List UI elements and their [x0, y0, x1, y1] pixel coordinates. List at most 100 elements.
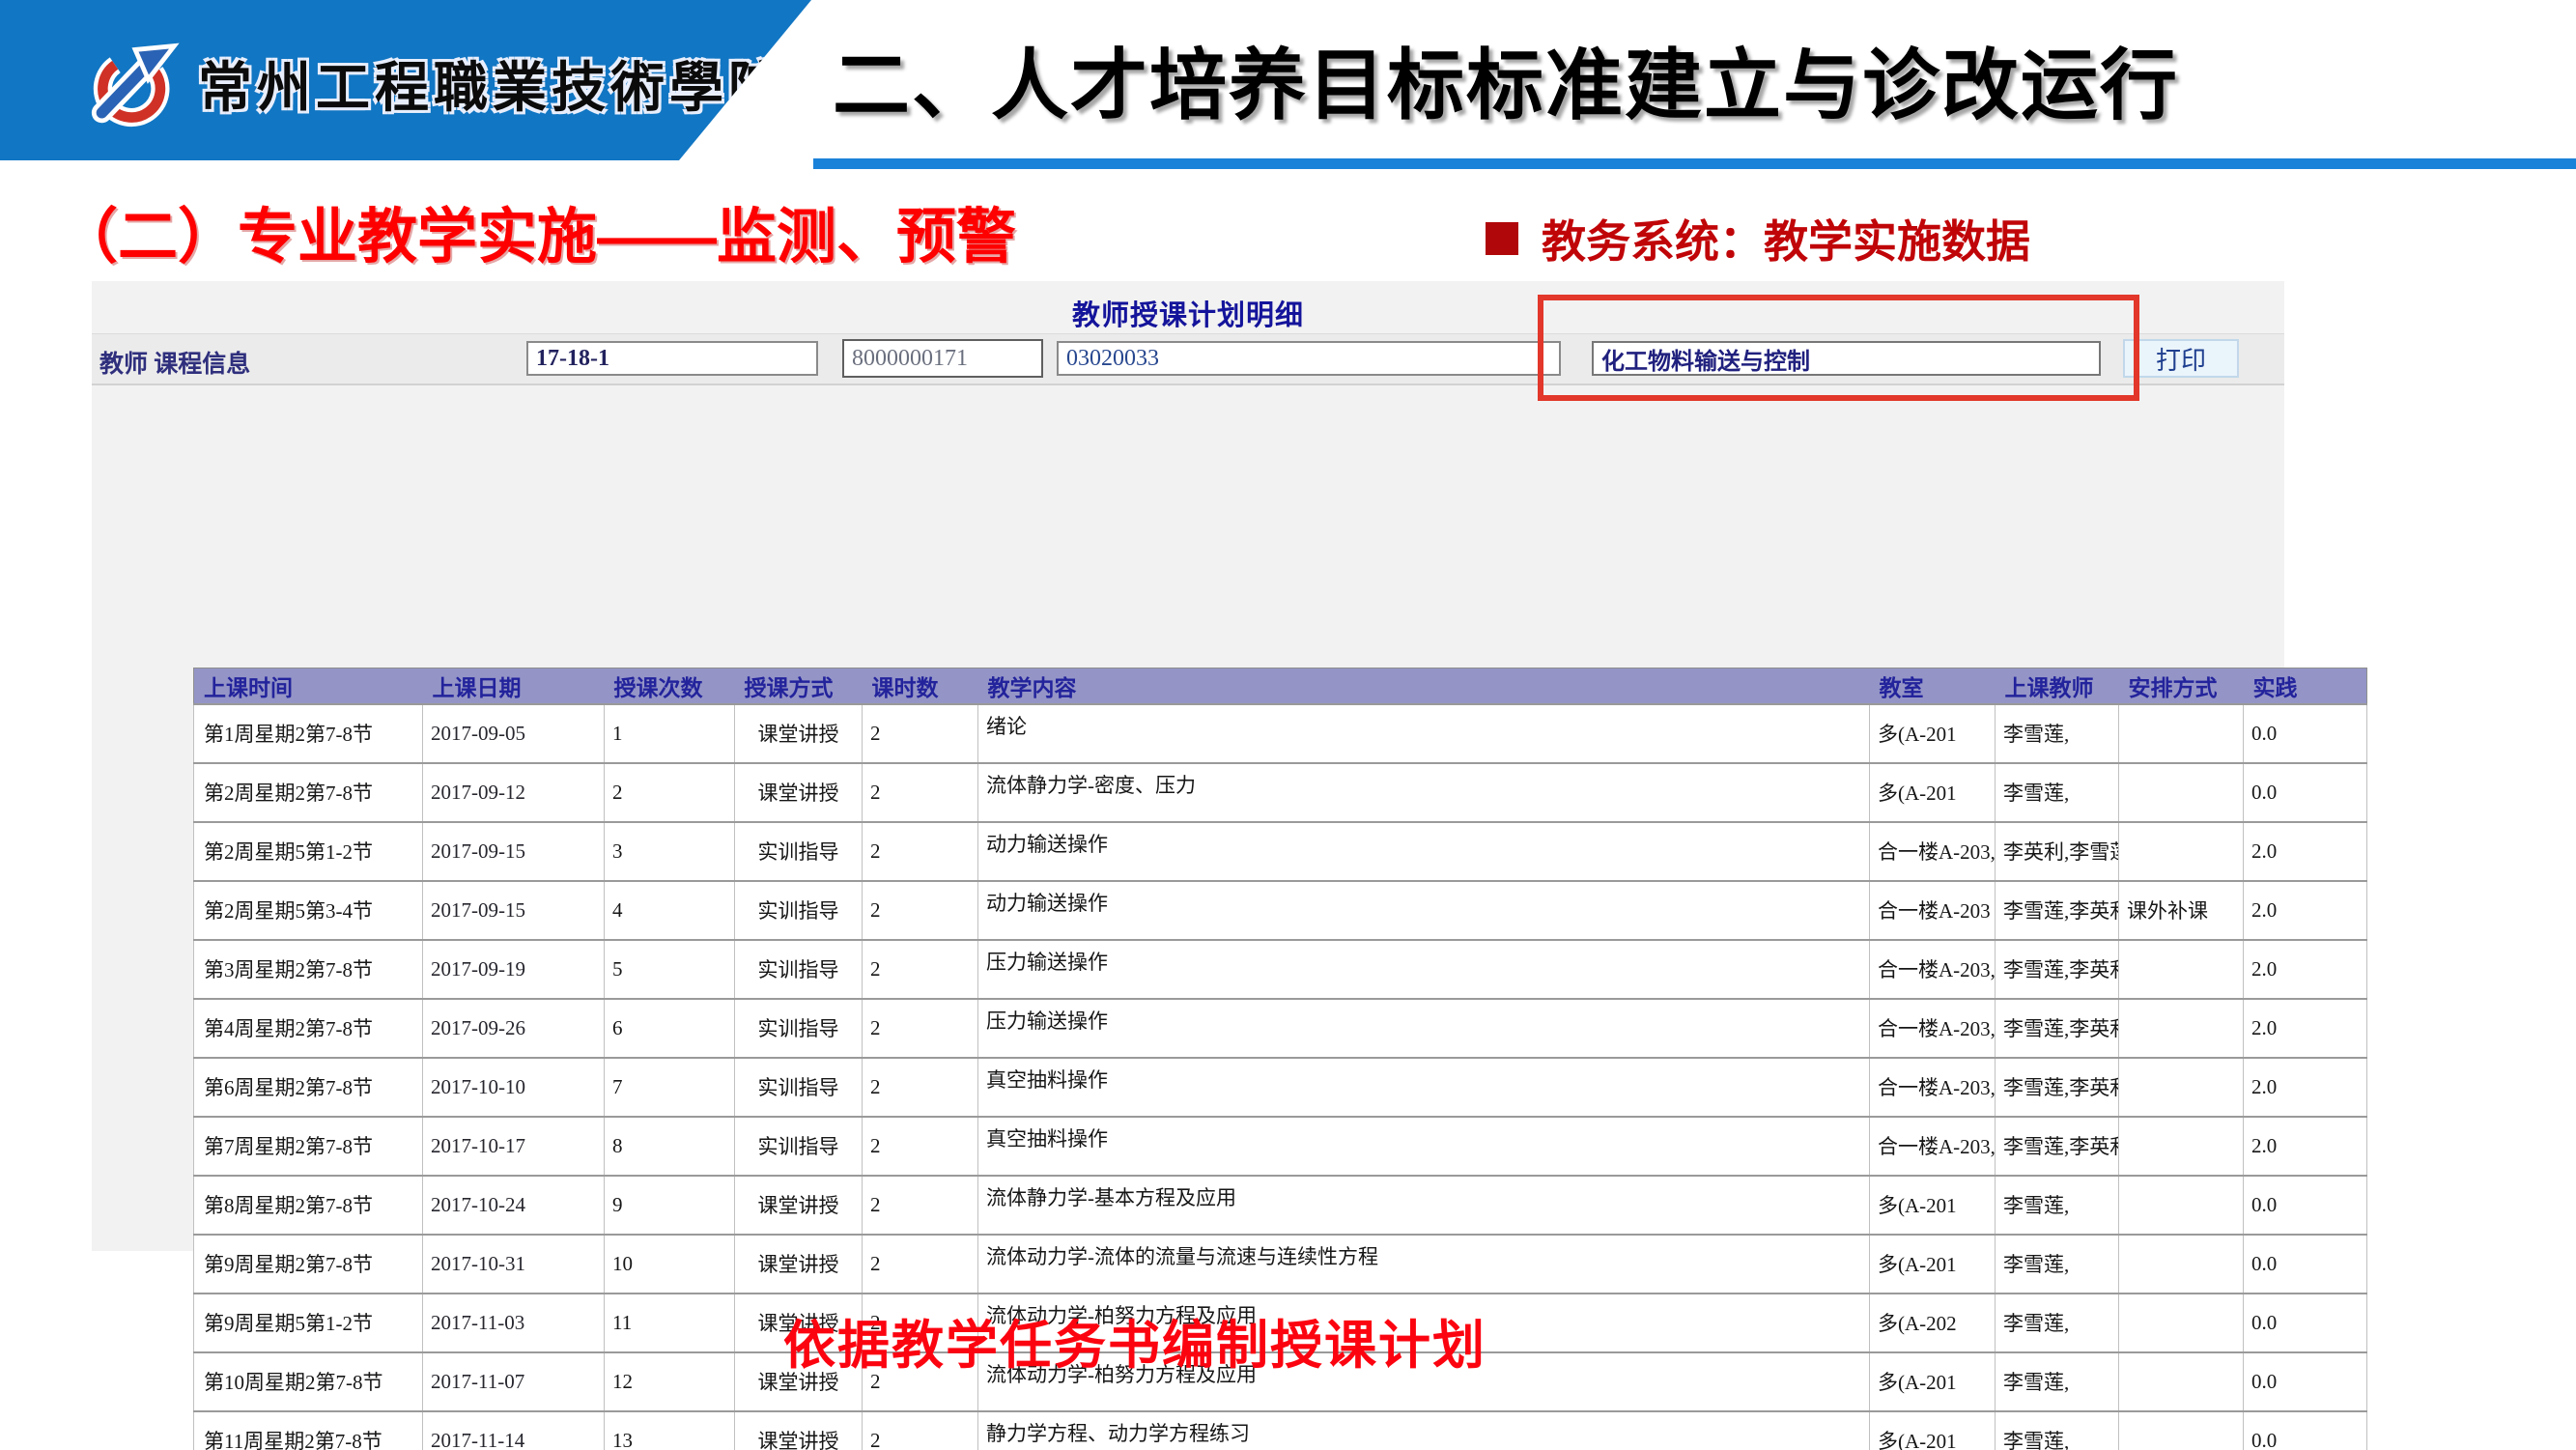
table-cell: 2.0: [2244, 999, 2367, 1058]
column-header: 安排方式: [2119, 668, 2244, 704]
table-cell: 2: [863, 822, 978, 881]
table-cell: 0.0: [2244, 1176, 2367, 1235]
table-cell: 6: [605, 999, 735, 1058]
edu-system-panel: 教师授课计划明细 教师 课程信息 打印 上课时间上课日期授课次数授课方式课时数教…: [92, 281, 2284, 1251]
column-header: 上课时间: [194, 668, 423, 704]
table-cell: [2119, 999, 2244, 1058]
table-cell: 2.0: [2244, 822, 2367, 881]
column-header: 课时数: [863, 668, 978, 704]
course-code-input[interactable]: [1057, 341, 1561, 376]
table-row: 第7周星期2第7-8节2017-10-178实训指导2真空抽料操作合一楼A-20…: [194, 1117, 2367, 1176]
table-cell: 李雪莲,: [1996, 704, 2119, 763]
table-cell: 2: [863, 940, 978, 999]
school-banner: 常州工程職業技術學院: [0, 0, 831, 160]
table-cell: 第1周星期2第7-8节: [194, 704, 423, 763]
table-cell: 2: [863, 1117, 978, 1176]
table-cell: 0.0: [2244, 1235, 2367, 1294]
table-cell: 2.0: [2244, 1117, 2367, 1176]
table-cell: 2017-09-15: [423, 881, 605, 940]
table-cell: 合一楼A-203,: [1870, 822, 1996, 881]
table-cell: 流体静力学-密度、压力: [978, 763, 1870, 822]
column-header: 授课方式: [735, 668, 863, 704]
table-cell: 合一楼A-203,: [1870, 940, 1996, 999]
table-cell: 合一楼A-203,: [1870, 999, 1996, 1058]
table-cell: 课堂讲授: [735, 704, 863, 763]
table-cell: 2.0: [2244, 1058, 2367, 1117]
column-header: 上课教师: [1996, 668, 2119, 704]
footer-note: 依据教学任务书编制授课计划: [39, 1302, 2231, 1379]
table-cell: 2017-09-15: [423, 822, 605, 881]
table-cell: 压力输送操作: [978, 999, 1870, 1058]
table-cell: 8: [605, 1117, 735, 1176]
table-cell: [2119, 822, 2244, 881]
table-cell: 第9周星期2第7-8节: [194, 1235, 423, 1294]
table-row: 第2周星期5第1-2节2017-09-153实训指导2动力输送操作合一楼A-20…: [194, 822, 2367, 881]
table-cell: 4: [605, 881, 735, 940]
table-cell: 2: [863, 1058, 978, 1117]
school-logo-icon: [89, 35, 182, 131]
table-row: 第2周星期2第7-8节2017-09-122课堂讲授2流体静力学-密度、压力多(…: [194, 763, 2367, 822]
table-cell: 真空抽料操作: [978, 1058, 1870, 1117]
table-cell: 李雪莲,: [1996, 1235, 2119, 1294]
term-input[interactable]: [526, 341, 818, 376]
table-cell: 课堂讲授: [735, 763, 863, 822]
table-cell: [2119, 763, 2244, 822]
table-cell: 李雪莲,李英利,: [1996, 940, 2119, 999]
table-cell: 合一楼A-203,: [1870, 1058, 1996, 1117]
table-cell: 实训指导: [735, 881, 863, 940]
table-cell: 2: [863, 1411, 978, 1450]
table-cell: 多(A-201: [1870, 1235, 1996, 1294]
table-cell: 李雪莲,李英利,: [1996, 881, 2119, 940]
table-row: 第3周星期2第7-8节2017-09-195实训指导2压力输送操作合一楼A-20…: [194, 940, 2367, 999]
table-cell: 第6周星期2第7-8节: [194, 1058, 423, 1117]
table-cell: 课堂讲授: [735, 1176, 863, 1235]
table-cell: 2.0: [2244, 940, 2367, 999]
table-cell: 多(A-201: [1870, 1411, 1996, 1450]
table-cell: 2017-10-10: [423, 1058, 605, 1117]
table-cell: 静力学方程、动力学方程练习: [978, 1411, 1870, 1450]
page-title: 二、人才培养目标标准建立与诊改运行: [833, 23, 2179, 135]
table-row: 第8周星期2第7-8节2017-10-249课堂讲授2流体静力学-基本方程及应用…: [194, 1176, 2367, 1235]
table-row: 第4周星期2第7-8节2017-09-266实训指导2压力输送操作合一楼A-20…: [194, 999, 2367, 1058]
table-cell: 2017-10-31: [423, 1235, 605, 1294]
column-header: 教学内容: [978, 668, 1870, 704]
table-cell: 0.0: [2244, 1352, 2367, 1411]
table-cell: 7: [605, 1058, 735, 1117]
table-cell: 2: [863, 1235, 978, 1294]
table-cell: 第4周星期2第7-8节: [194, 999, 423, 1058]
table-cell: 多(A-201: [1870, 763, 1996, 822]
table-cell: 流体静力学-基本方程及应用: [978, 1176, 1870, 1235]
table-cell: 1: [605, 704, 735, 763]
table-cell: 2017-09-12: [423, 763, 605, 822]
table-cell: 第11周星期2第7-8节: [194, 1411, 423, 1450]
column-header: 教室: [1870, 668, 1996, 704]
table-cell: 实训指导: [735, 1117, 863, 1176]
table-cell: 2017-09-19: [423, 940, 605, 999]
table-cell: 3: [605, 822, 735, 881]
table-cell: 动力输送操作: [978, 822, 1870, 881]
table-cell: 10: [605, 1235, 735, 1294]
table-cell: [2119, 1411, 2244, 1450]
table-row: 第1周星期2第7-8节2017-09-051课堂讲授2绪论多(A-201李雪莲,…: [194, 704, 2367, 763]
table-cell: 李雪莲,李英利,: [1996, 1117, 2119, 1176]
teacher-id-input[interactable]: [842, 339, 1043, 378]
table-cell: 李雪莲,李英利,: [1996, 999, 2119, 1058]
table-cell: 第2周星期2第7-8节: [194, 763, 423, 822]
table-row: 第9周星期2第7-8节2017-10-3110课堂讲授2流体动力学-流体的流量与…: [194, 1235, 2367, 1294]
table-cell: [2119, 940, 2244, 999]
table-cell: 第2周星期5第1-2节: [194, 822, 423, 881]
table-cell: 李雪莲,: [1996, 763, 2119, 822]
table-cell: 第2周星期5第3-4节: [194, 881, 423, 940]
table-cell: 动力输送操作: [978, 881, 1870, 940]
table-cell: 李雪莲,: [1996, 1411, 2119, 1450]
print-button[interactable]: 打印: [2123, 339, 2239, 378]
table-cell: 13: [605, 1411, 735, 1450]
table-cell: 合一楼A-203,: [1870, 1117, 1996, 1176]
table-cell: 0.0: [2244, 1294, 2367, 1352]
table-cell: 多(A-201: [1870, 704, 1996, 763]
table-cell: 压力输送操作: [978, 940, 1870, 999]
table-cell: 李雪莲,李英利,: [1996, 1058, 2119, 1117]
column-header: 授课次数: [605, 668, 735, 704]
table-row: 第2周星期5第3-4节2017-09-154实训指导2动力输送操作合一楼A-20…: [194, 881, 2367, 940]
table-cell: [2119, 1058, 2244, 1117]
